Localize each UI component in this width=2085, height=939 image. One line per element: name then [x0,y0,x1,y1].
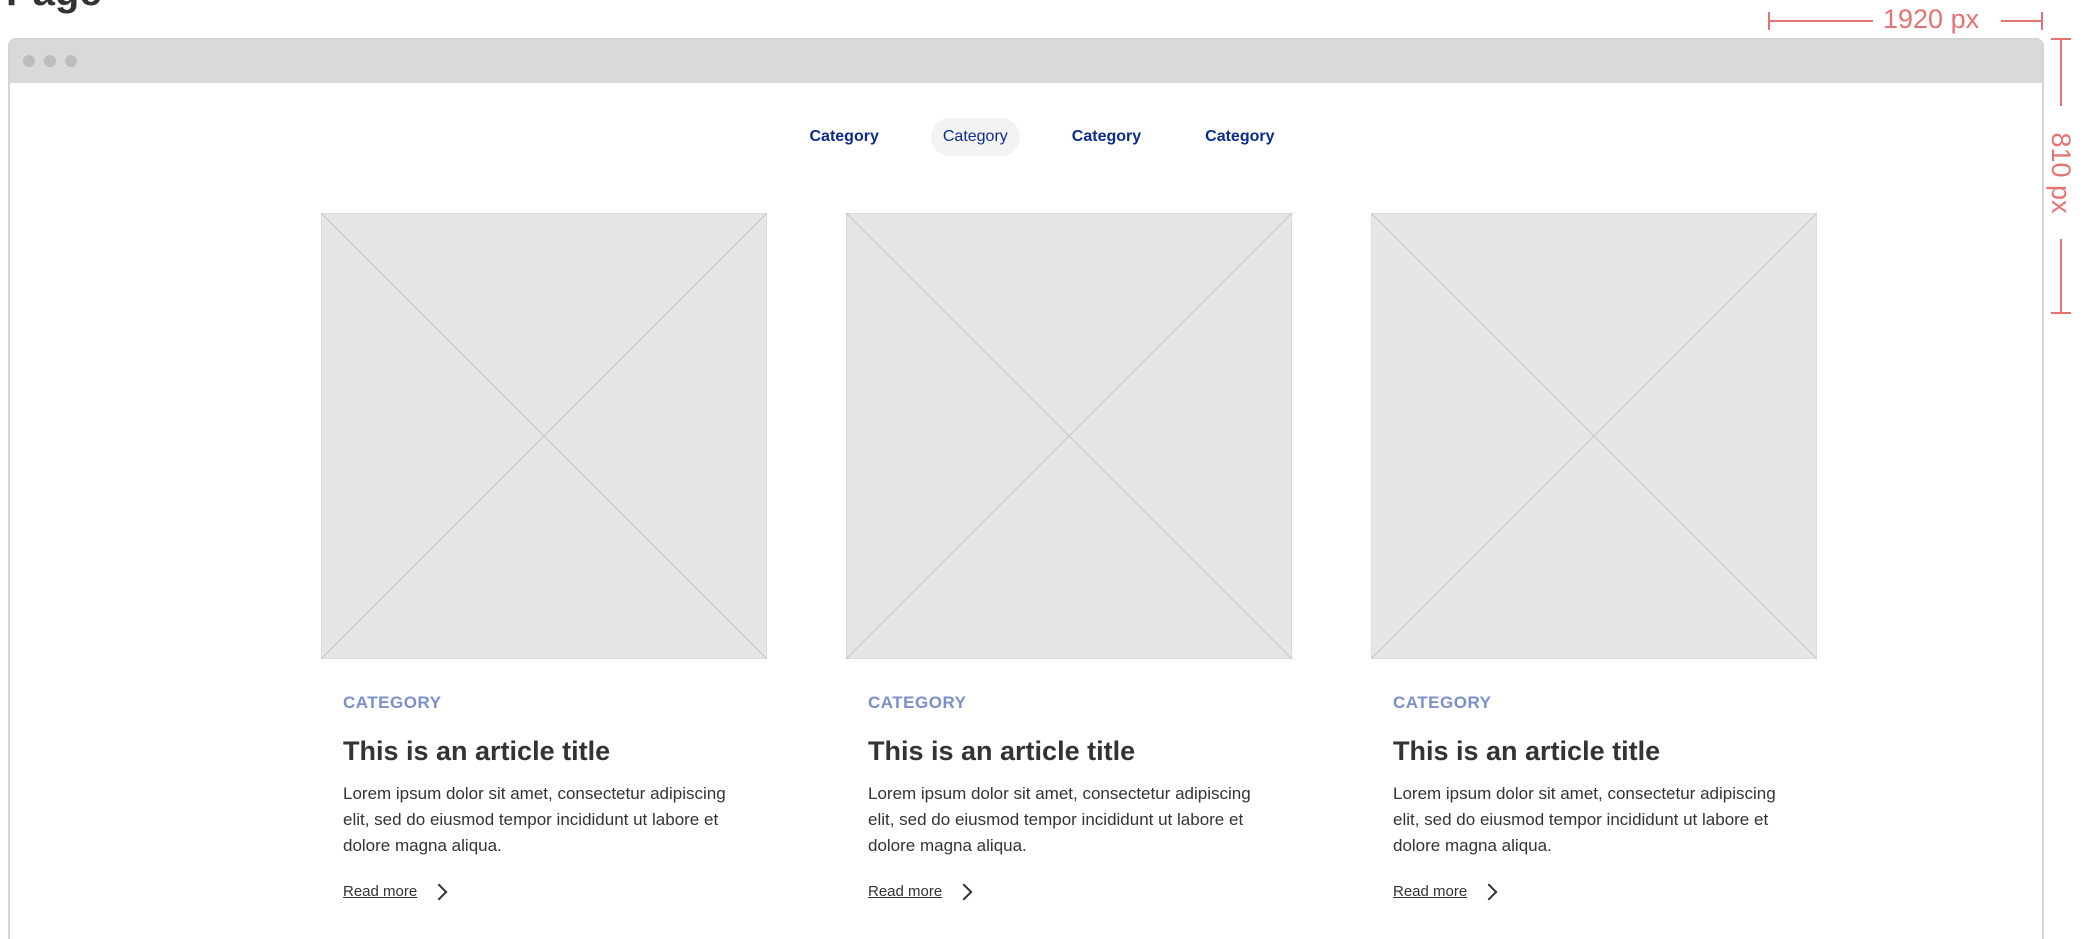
article-title: This is an article title [343,736,611,766]
dimension-line [2001,20,2043,22]
nav-item-category-1[interactable]: Category [798,118,891,156]
article-card: CATEGORY This is an article title Lorem … [321,213,767,900]
canvas: Page 1920 px 810 px Category Category Ca… [0,0,2085,939]
image-placeholder[interactable] [846,213,1292,659]
image-placeholder[interactable] [1371,213,1817,659]
read-more-link[interactable]: Read more [1393,883,1467,900]
nav-item-category-3[interactable]: Category [1060,118,1153,156]
chevron-right-icon[interactable] [1480,883,1498,900]
dimension-tick [2051,312,2071,314]
height-label: 810 px [2046,132,2076,214]
article-title: This is an article title [1393,736,1661,766]
dimension-line [2060,38,2062,106]
dimension-tick [2041,12,2043,30]
image-placeholder[interactable] [321,213,767,659]
nav-item-category-4[interactable]: Category [1193,118,1286,156]
chevron-right-icon[interactable] [955,883,973,900]
article-category: CATEGORY [868,693,967,712]
article-category: CATEGORY [1393,693,1492,712]
browser-title-bar [10,40,2042,83]
read-more-row: Read more [343,883,767,900]
chevron-right-icon[interactable] [430,883,448,900]
nav-item-category-2[interactable]: Category [930,118,1020,156]
dimension-line [1768,20,1873,22]
dimension-line [2060,239,2062,314]
article-category: CATEGORY [343,693,442,712]
window-control-dot[interactable] [23,55,35,67]
width-dimension-annotation: 1920 px [1768,4,2043,34]
read-more-row: Read more [868,883,1292,900]
article-description: Lorem ipsum dolor sit amet, consectetur … [868,784,1251,855]
article-card: CATEGORY This is an article title Lorem … [1371,213,1817,900]
article-title: This is an article title [868,736,1136,766]
article-description: Lorem ipsum dolor sit amet, consectetur … [343,784,726,855]
window-control-dot[interactable] [65,55,77,67]
category-nav: Category Category Category Category [10,118,2042,156]
page-heading: Page [6,0,102,15]
article-description: Lorem ipsum dolor sit amet, consectetur … [1393,784,1776,855]
window-control-dot[interactable] [44,55,56,67]
read-more-link[interactable]: Read more [343,883,417,900]
article-card: CATEGORY This is an article title Lorem … [846,213,1292,900]
read-more-link[interactable]: Read more [868,883,942,900]
width-label: 1920 px [1883,4,1980,34]
read-more-row: Read more [1393,883,1817,900]
browser-window: Category Category Category Category CATE… [8,38,2044,939]
height-dimension-annotation: 810 px [2046,38,2076,314]
